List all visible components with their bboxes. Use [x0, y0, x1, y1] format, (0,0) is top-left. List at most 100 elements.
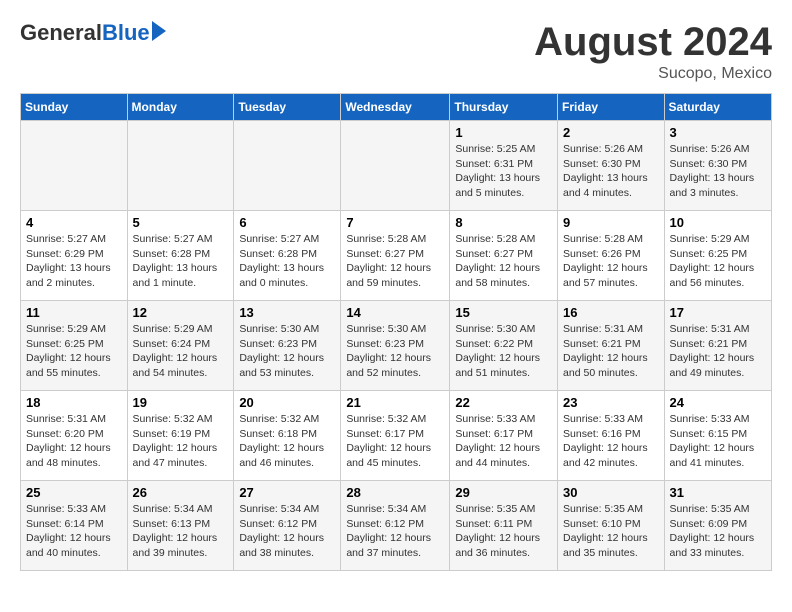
- day-info: Sunrise: 5:29 AMSunset: 6:25 PMDaylight:…: [670, 232, 766, 291]
- day-number: 2: [563, 125, 659, 140]
- day-number: 13: [239, 305, 335, 320]
- day-info: Sunrise: 5:33 AMSunset: 6:15 PMDaylight:…: [670, 412, 766, 471]
- week-row-2: 4 Sunrise: 5:27 AMSunset: 6:29 PMDaylight…: [21, 211, 772, 301]
- day-info: Sunrise: 5:29 AMSunset: 6:25 PMDaylight:…: [26, 322, 122, 381]
- day-info: Sunrise: 5:35 AMSunset: 6:09 PMDaylight:…: [670, 502, 766, 561]
- day-cell: 15 Sunrise: 5:30 AMSunset: 6:22 PMDayligh…: [450, 301, 558, 391]
- location-subtitle: Sucopo, Mexico: [534, 65, 772, 83]
- day-info: Sunrise: 5:32 AMSunset: 6:19 PMDaylight:…: [133, 412, 229, 471]
- day-number: 10: [670, 215, 766, 230]
- page-header: General Blue August 2024 Sucopo, Mexico: [20, 20, 772, 83]
- calendar-header: SundayMondayTuesdayWednesdayThursdayFrid…: [21, 94, 772, 121]
- day-cell: 7Sunrise: 5:28 AMSunset: 6:27 PMDaylight…: [341, 211, 450, 301]
- day-cell: 29 Sunrise: 5:35 AMSunset: 6:11 PMDayligh…: [450, 481, 558, 571]
- day-info: Sunrise: 5:34 AMSunset: 6:12 PMDaylight:…: [346, 502, 444, 561]
- week-row-4: 18 Sunrise: 5:31 AMSunset: 6:20 PMDayligh…: [21, 391, 772, 481]
- day-info: Sunrise: 5:30 AMSunset: 6:22 PMDaylight:…: [455, 322, 552, 381]
- day-number: 19: [133, 395, 229, 410]
- day-number: 18: [26, 395, 122, 410]
- day-cell: [234, 121, 341, 211]
- day-info: Sunrise: 5:30 AMSunset: 6:23 PMDaylight:…: [239, 322, 335, 381]
- week-row-5: 25Sunrise: 5:33 AMSunset: 6:14 PMDayligh…: [21, 481, 772, 571]
- day-cell: 27Sunrise: 5:34 AMSunset: 6:12 PMDayligh…: [234, 481, 341, 571]
- day-cell: 31 Sunrise: 5:35 AMSunset: 6:09 PMDayligh…: [664, 481, 771, 571]
- day-number: 31: [670, 485, 766, 500]
- day-info: Sunrise: 5:33 AMSunset: 6:16 PMDaylight:…: [563, 412, 659, 471]
- day-number: 1: [455, 125, 552, 140]
- day-info: Sunrise: 5:35 AMSunset: 6:11 PMDaylight:…: [455, 502, 552, 561]
- day-cell: 11 Sunrise: 5:29 AMSunset: 6:25 PMDayligh…: [21, 301, 128, 391]
- day-info: Sunrise: 5:34 AMSunset: 6:12 PMDaylight:…: [239, 502, 335, 561]
- day-number: 11: [26, 305, 122, 320]
- day-cell: 21Sunrise: 5:32 AMSunset: 6:17 PMDayligh…: [341, 391, 450, 481]
- day-number: 4: [26, 215, 122, 230]
- day-info: Sunrise: 5:27 AMSunset: 6:28 PMDaylight:…: [133, 232, 229, 291]
- day-info: Sunrise: 5:32 AMSunset: 6:18 PMDaylight:…: [239, 412, 335, 471]
- day-number: 6: [239, 215, 335, 230]
- day-number: 23: [563, 395, 659, 410]
- day-number: 5: [133, 215, 229, 230]
- day-cell: [21, 121, 128, 211]
- header-friday: Friday: [558, 94, 665, 121]
- day-info: Sunrise: 5:31 AMSunset: 6:20 PMDaylight:…: [26, 412, 122, 471]
- header-row: SundayMondayTuesdayWednesdayThursdayFrid…: [21, 94, 772, 121]
- logo: General Blue: [20, 20, 166, 46]
- day-info: Sunrise: 5:31 AMSunset: 6:21 PMDaylight:…: [670, 322, 766, 381]
- day-cell: 1Sunrise: 5:25 AMSunset: 6:31 PMDaylight…: [450, 121, 558, 211]
- day-number: 3: [670, 125, 766, 140]
- day-number: 29: [455, 485, 552, 500]
- day-number: 22: [455, 395, 552, 410]
- week-row-1: 1Sunrise: 5:25 AMSunset: 6:31 PMDaylight…: [21, 121, 772, 211]
- day-cell: 3Sunrise: 5:26 AMSunset: 6:30 PMDaylight…: [664, 121, 771, 211]
- day-number: 28: [346, 485, 444, 500]
- day-info: Sunrise: 5:33 AMSunset: 6:17 PMDaylight:…: [455, 412, 552, 471]
- day-info: Sunrise: 5:27 AMSunset: 6:29 PMDaylight:…: [26, 232, 122, 291]
- header-thursday: Thursday: [450, 94, 558, 121]
- day-cell: 2 Sunrise: 5:26 AMSunset: 6:30 PMDaylight…: [558, 121, 665, 211]
- header-tuesday: Tuesday: [234, 94, 341, 121]
- day-cell: 30 Sunrise: 5:35 AMSunset: 6:10 PMDayligh…: [558, 481, 665, 571]
- day-info: Sunrise: 5:31 AMSunset: 6:21 PMDaylight:…: [563, 322, 659, 381]
- day-cell: 12Sunrise: 5:29 AMSunset: 6:24 PMDayligh…: [127, 301, 234, 391]
- day-info: Sunrise: 5:30 AMSunset: 6:23 PMDaylight:…: [346, 322, 444, 381]
- header-sunday: Sunday: [21, 94, 128, 121]
- header-wednesday: Wednesday: [341, 94, 450, 121]
- day-info: Sunrise: 5:35 AMSunset: 6:10 PMDaylight:…: [563, 502, 659, 561]
- day-cell: 20 Sunrise: 5:32 AMSunset: 6:18 PMDayligh…: [234, 391, 341, 481]
- day-cell: [127, 121, 234, 211]
- day-number: 16: [563, 305, 659, 320]
- day-cell: 25Sunrise: 5:33 AMSunset: 6:14 PMDayligh…: [21, 481, 128, 571]
- day-cell: [341, 121, 450, 211]
- day-cell: 22 Sunrise: 5:33 AMSunset: 6:17 PMDayligh…: [450, 391, 558, 481]
- day-info: Sunrise: 5:34 AMSunset: 6:13 PMDaylight:…: [133, 502, 229, 561]
- day-cell: 28 Sunrise: 5:34 AMSunset: 6:12 PMDayligh…: [341, 481, 450, 571]
- day-cell: 23 Sunrise: 5:33 AMSunset: 6:16 PMDayligh…: [558, 391, 665, 481]
- calendar-table: SundayMondayTuesdayWednesdayThursdayFrid…: [20, 93, 772, 571]
- day-number: 15: [455, 305, 552, 320]
- day-info: Sunrise: 5:29 AMSunset: 6:24 PMDaylight:…: [133, 322, 229, 381]
- day-cell: 5 Sunrise: 5:27 AMSunset: 6:28 PMDaylight…: [127, 211, 234, 301]
- day-info: Sunrise: 5:32 AMSunset: 6:17 PMDaylight:…: [346, 412, 444, 471]
- day-number: 30: [563, 485, 659, 500]
- day-cell: 16 Sunrise: 5:31 AMSunset: 6:21 PMDayligh…: [558, 301, 665, 391]
- day-cell: 13 Sunrise: 5:30 AMSunset: 6:23 PMDayligh…: [234, 301, 341, 391]
- calendar-body: 1Sunrise: 5:25 AMSunset: 6:31 PMDaylight…: [21, 121, 772, 571]
- day-number: 9: [563, 215, 659, 230]
- day-number: 24: [670, 395, 766, 410]
- day-info: Sunrise: 5:27 AMSunset: 6:28 PMDaylight:…: [239, 232, 335, 291]
- week-row-3: 11 Sunrise: 5:29 AMSunset: 6:25 PMDayligh…: [21, 301, 772, 391]
- header-monday: Monday: [127, 94, 234, 121]
- logo-general-text: General: [20, 20, 102, 46]
- day-cell: 10 Sunrise: 5:29 AMSunset: 6:25 PMDayligh…: [664, 211, 771, 301]
- day-info: Sunrise: 5:28 AMSunset: 6:27 PMDaylight:…: [455, 232, 552, 291]
- day-info: Sunrise: 5:26 AMSunset: 6:30 PMDaylight:…: [563, 142, 659, 201]
- day-info: Sunrise: 5:28 AMSunset: 6:27 PMDaylight:…: [346, 232, 444, 291]
- title-block: August 2024 Sucopo, Mexico: [534, 20, 772, 83]
- day-cell: 19 Sunrise: 5:32 AMSunset: 6:19 PMDayligh…: [127, 391, 234, 481]
- day-number: 25: [26, 485, 122, 500]
- day-number: 26: [133, 485, 229, 500]
- day-cell: 14Sunrise: 5:30 AMSunset: 6:23 PMDayligh…: [341, 301, 450, 391]
- day-number: 20: [239, 395, 335, 410]
- day-cell: 26 Sunrise: 5:34 AMSunset: 6:13 PMDayligh…: [127, 481, 234, 571]
- logo-arrow-icon: [152, 21, 166, 41]
